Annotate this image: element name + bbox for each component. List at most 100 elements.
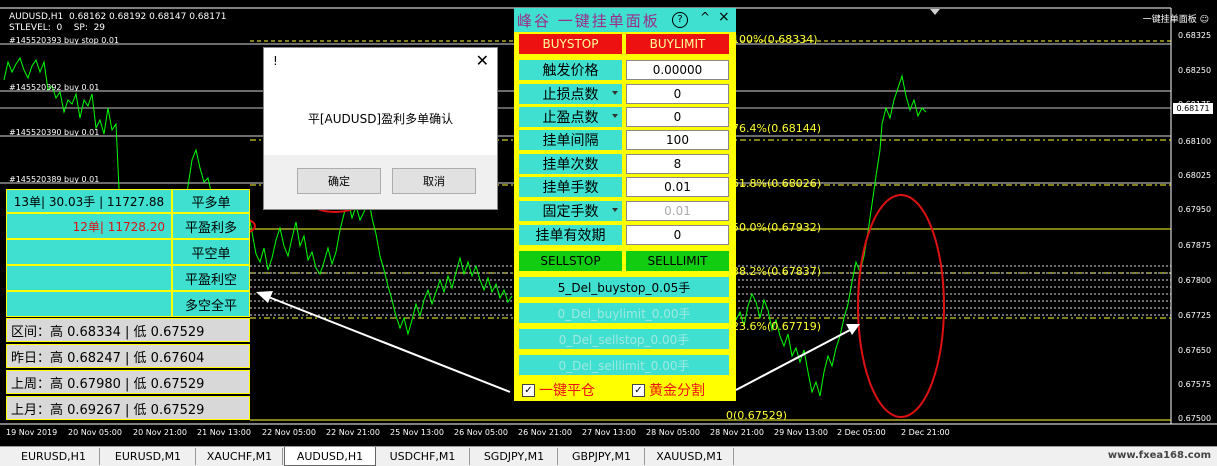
- price-axis-label: 0.67950: [1178, 205, 1212, 214]
- time-axis-label: 22 Nov 05:00: [262, 428, 316, 437]
- chart-tab-7[interactable]: XAUUSD,M1: [646, 448, 734, 465]
- price-axis-label: 0.67725: [1178, 311, 1212, 320]
- account-summary-row2: 12单| 11728.20: [6, 213, 172, 239]
- chart-tab-0[interactable]: EURUSD,H1: [8, 448, 100, 465]
- field-input-4[interactable]: [626, 154, 729, 174]
- chevron-down-icon[interactable]: [612, 208, 618, 212]
- delete-orders-button-0[interactable]: 5_Del_buystop_0.05手: [519, 277, 729, 297]
- chart-tab-5[interactable]: SGDJPY,M1: [471, 448, 558, 465]
- dialog-message: 平[AUDUSD]盈利多单确认: [307, 112, 454, 126]
- field-label-6[interactable]: 固定手数: [519, 201, 622, 221]
- confirm-cancel-button[interactable]: 取消: [392, 168, 476, 194]
- order-label-1: #145520393 buy stop 0.01: [9, 36, 120, 45]
- close-sell-button[interactable]: 平空单: [172, 239, 250, 265]
- fibo-label-236: 23.6%(0.67719): [732, 320, 822, 333]
- order-panel-title: 峰谷 一键挂单面板: [517, 12, 660, 30]
- field-input-2[interactable]: [626, 107, 729, 127]
- stat-range: 区间：高 0.68334 | 低 0.67529: [6, 318, 250, 342]
- order-panel-header[interactable]: 峰谷 一键挂单面板 ? ^ ×: [514, 8, 736, 32]
- close-profit-buy-button[interactable]: 平盈利多: [172, 213, 250, 239]
- time-axis-label: 26 Nov 05:00: [454, 428, 508, 437]
- fibo-label-0: 0(0.67529): [726, 409, 788, 422]
- price-axis-label: 0.68250: [1178, 66, 1212, 75]
- chart-scroll-arrow-icon[interactable]: [930, 9, 940, 15]
- fibo-label-764: 76.4%(0.68144): [732, 122, 822, 135]
- field-label-text: 挂单间隔: [542, 133, 599, 149]
- field-label-3: 挂单间隔: [519, 130, 622, 150]
- close-profit-sell-button[interactable]: 平盈利空: [172, 265, 250, 291]
- stlevel-line: STLEVEL: 0 SP: 29: [9, 23, 106, 33]
- field-input-6[interactable]: [626, 201, 729, 221]
- account-summary-row1: 13单| 30.03手 | 11727.88: [6, 189, 172, 213]
- close-all-button[interactable]: 多空全平: [172, 291, 250, 317]
- buystop-button[interactable]: BUYSTOP: [519, 34, 622, 54]
- field-input-0[interactable]: [626, 60, 729, 80]
- time-axis-label: 29 Nov 13:00: [774, 428, 828, 437]
- stat-last-month: 上月：高 0.69267 | 低 0.67529: [6, 396, 250, 420]
- fibo-label-500: 50.0%(0.67932): [732, 221, 822, 234]
- field-input-7[interactable]: [626, 225, 729, 245]
- field-label-5: 挂单手数: [519, 177, 622, 197]
- price-chart[interactable]: AUDUSD,H1 0.68162 0.68192 0.68147 0.6817…: [0, 0, 1217, 446]
- chart-tab-1[interactable]: EURUSD,M1: [101, 448, 196, 465]
- symbol-info: AUDUSD,H1 0.68162 0.68192 0.68147 0.6817…: [9, 12, 226, 34]
- price-axis-label: 0.68325: [1178, 31, 1212, 40]
- price-axis-label: 0.67575: [1178, 380, 1212, 389]
- time-axis-label: 27 Nov 13:00: [582, 428, 636, 437]
- time-axis-label: 21 Nov 13:00: [197, 428, 251, 437]
- price-axis-label: 0.68100: [1178, 137, 1212, 146]
- minimize-icon[interactable]: ^: [700, 10, 710, 24]
- chart-tab-2[interactable]: XAUCHF,M1: [197, 448, 283, 465]
- stat-last-week: 上周：高 0.67980 | 低 0.67529: [6, 370, 250, 394]
- watermark: www.fxea168.com: [1107, 450, 1211, 461]
- account-empty-row3: [6, 239, 172, 265]
- delete-orders-button-2[interactable]: 0_Del_sellstop_0.00手: [519, 329, 729, 349]
- field-label-2[interactable]: 止盈点数: [519, 107, 622, 127]
- time-axis-label: 2 Dec 21:00: [901, 428, 950, 437]
- delete-orders-button-1[interactable]: 0_Del_buylimit_0.00手: [519, 303, 729, 323]
- annotation-arrow-left-line: [265, 295, 511, 393]
- fibo-label-100: 100%(0.68334): [732, 33, 818, 46]
- time-axis-label: 28 Nov 21:00: [710, 428, 764, 437]
- close-buy-button[interactable]: 平多单: [172, 189, 250, 213]
- chevron-down-icon[interactable]: [612, 114, 618, 118]
- chevron-down-icon[interactable]: [612, 91, 618, 95]
- close-icon[interactable]: ×: [718, 9, 730, 25]
- field-label-text: 触发价格: [542, 63, 599, 79]
- time-axis-label: 25 Nov 13:00: [390, 428, 444, 437]
- fibonacci-checkbox[interactable]: ✓ 黄金分割: [632, 380, 705, 400]
- dialog-close-icon[interactable]: ✕: [476, 51, 489, 70]
- price-axis-label: 0.67650: [1178, 346, 1212, 355]
- chart-tab-6[interactable]: GBPJPY,M1: [559, 448, 645, 465]
- field-label-0: 触发价格: [519, 60, 622, 80]
- chart-tab-3[interactable]: AUDUSD,H1: [284, 447, 376, 466]
- one-click-close-checkbox[interactable]: ✓ 一键平仓: [522, 380, 595, 400]
- account-empty-row5: [6, 291, 172, 317]
- field-label-7: 挂单有效期: [519, 225, 622, 245]
- price-axis-label: 0.68025: [1178, 171, 1212, 180]
- field-label-text: 止盈点数: [542, 110, 599, 126]
- field-input-3[interactable]: [626, 130, 729, 150]
- field-input-1[interactable]: [626, 84, 729, 104]
- field-label-1[interactable]: 止损点数: [519, 84, 622, 104]
- delete-orders-button-3[interactable]: 0_Del_selllimit_0.00手: [519, 355, 729, 375]
- chart-tab-4[interactable]: USDCHF,M1: [376, 448, 470, 465]
- selllimit-button[interactable]: SELLLIMIT: [626, 251, 729, 271]
- sellstop-button[interactable]: SELLSTOP: [519, 251, 622, 271]
- time-axis-label: 19 Nov 2019: [6, 428, 58, 437]
- time-axis-label: 28 Nov 05:00: [646, 428, 700, 437]
- field-label-text: 挂单次数: [542, 157, 599, 173]
- price-axis-label: 0.67500: [1178, 414, 1212, 423]
- order-panel: 峰谷 一键挂单面板 ? ^ × BUYSTOP BUYLIMIT 触发价格止损点…: [514, 8, 736, 401]
- order-label-2: #145520392 buy 0.01: [9, 83, 100, 92]
- fibonacci-label: 黄金分割: [649, 383, 705, 399]
- price-axis-label: 0.67875: [1178, 241, 1212, 250]
- buylimit-button[interactable]: BUYLIMIT: [626, 34, 729, 54]
- panel-toggle-label[interactable]: 一键挂单面板 ☺: [1143, 12, 1209, 25]
- dialog-footer: 确定 取消: [264, 155, 497, 209]
- help-icon[interactable]: ?: [672, 12, 688, 28]
- confirm-ok-button[interactable]: 确定: [297, 168, 381, 194]
- field-input-5[interactable]: [626, 177, 729, 197]
- annotation-ellipse-chart: [857, 194, 945, 418]
- one-click-close-label: 一键平仓: [539, 383, 595, 399]
